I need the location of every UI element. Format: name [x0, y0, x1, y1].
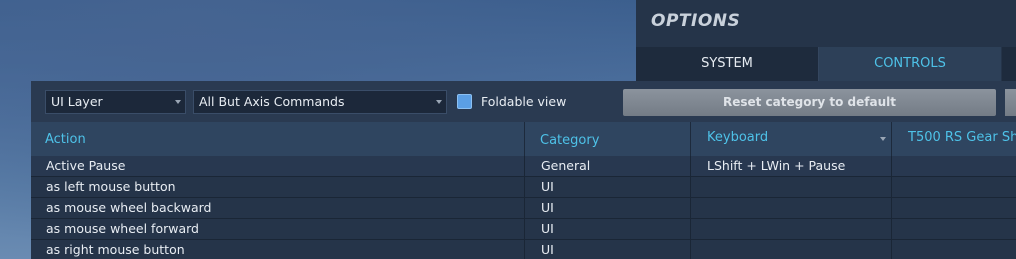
cell-category: UI	[525, 219, 691, 239]
tab-system[interactable]: SYSTEM	[636, 47, 819, 81]
bindings-table-body: Active Pause General LShift + LWin + Pau…	[31, 156, 1016, 259]
bindings-table-header: Action Category Keyboard T500 RS Gear Sh…	[31, 122, 1016, 156]
column-header-action[interactable]: Action	[31, 122, 525, 156]
cell-device-binding[interactable]	[892, 240, 1016, 259]
table-row[interactable]: as right mouse button UI	[31, 240, 1016, 259]
layer-select[interactable]: UI Layer	[45, 90, 186, 114]
cell-action: as mouse wheel backward	[31, 198, 525, 218]
chevron-down-icon	[436, 100, 442, 104]
table-row[interactable]: as left mouse button UI	[31, 177, 1016, 198]
cell-keyboard-binding[interactable]	[691, 219, 892, 239]
tab-next[interactable]	[1002, 47, 1016, 81]
cell-action: as mouse wheel forward	[31, 219, 525, 239]
table-row[interactable]: Active Pause General LShift + LWin + Pau…	[31, 156, 1016, 177]
layer-select-value: UI Layer	[51, 94, 103, 109]
next-button[interactable]	[1005, 89, 1016, 116]
cell-device-binding[interactable]	[892, 219, 1016, 239]
cell-device-binding[interactable]	[892, 156, 1016, 176]
cell-action: Active Pause	[31, 156, 525, 176]
column-header-device[interactable]: T500 RS Gear Shift	[892, 122, 1016, 156]
chevron-down-icon	[880, 137, 886, 141]
column-header-keyboard[interactable]: Keyboard	[691, 122, 892, 156]
cell-device-binding[interactable]	[892, 177, 1016, 197]
tab-controls[interactable]: CONTROLS	[819, 47, 1001, 81]
cell-action: as right mouse button	[31, 240, 525, 259]
cell-keyboard-binding[interactable]	[691, 177, 892, 197]
controls-toolbar: UI Layer All But Axis Commands Foldable …	[31, 81, 1016, 122]
commands-filter-value: All But Axis Commands	[199, 94, 345, 109]
page-title: OPTIONS	[651, 11, 741, 31]
foldable-view-label: Foldable view	[481, 94, 567, 109]
foldable-view-checkbox[interactable]	[457, 94, 472, 109]
column-header-category[interactable]: Category	[525, 122, 691, 156]
cell-keyboard-binding[interactable]	[691, 198, 892, 218]
table-row[interactable]: as mouse wheel forward UI	[31, 219, 1016, 240]
cell-category: UI	[525, 177, 691, 197]
controls-panel: UI Layer All But Axis Commands Foldable …	[31, 81, 1016, 259]
cell-keyboard-binding[interactable]: LShift + LWin + Pause	[691, 156, 892, 176]
options-tabs: SYSTEM CONTROLS	[636, 47, 1016, 81]
table-row[interactable]: as mouse wheel backward UI	[31, 198, 1016, 219]
cell-keyboard-binding[interactable]	[691, 240, 892, 259]
reset-category-button[interactable]: Reset category to default	[623, 89, 996, 116]
cell-device-binding[interactable]	[892, 198, 1016, 218]
commands-filter-select[interactable]: All But Axis Commands	[193, 90, 447, 114]
cell-category: UI	[525, 240, 691, 259]
cell-action: as left mouse button	[31, 177, 525, 197]
cell-category: UI	[525, 198, 691, 218]
column-header-keyboard-label: Keyboard	[707, 130, 769, 145]
cell-category: General	[525, 156, 691, 176]
options-header-panel: OPTIONS SYSTEM CONTROLS	[636, 0, 1016, 81]
chevron-down-icon	[175, 100, 181, 104]
